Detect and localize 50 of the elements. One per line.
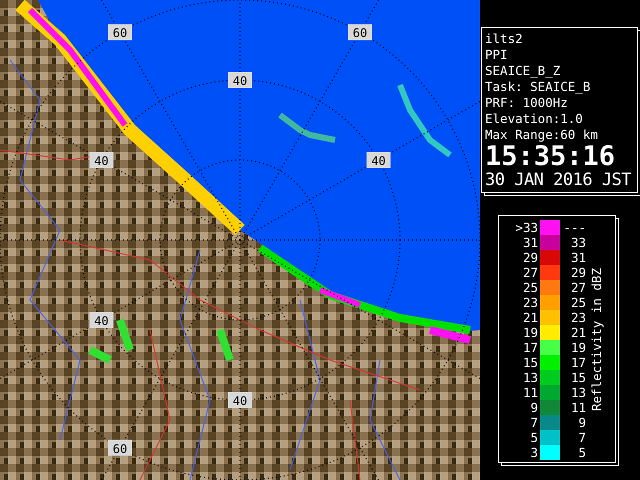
range-label: 60 [108, 440, 132, 456]
legend-max-value: 9 [577, 414, 586, 430]
info-line: Max Range:60 km [485, 127, 599, 143]
legend-min-value: 3 [529, 444, 539, 460]
info-line: Task: SEAICE_B [485, 79, 592, 95]
legend-max-value: 29 [570, 264, 586, 280]
legend-min-value: 17 [522, 340, 539, 354]
legend-max-value: 27 [570, 280, 586, 294]
legend-min-value: 31 [522, 234, 539, 250]
range-label: 40 [89, 312, 114, 328]
range-label: 60 [348, 24, 372, 40]
range-label: 40 [89, 152, 114, 168]
legend-min-value: 7 [529, 414, 539, 430]
range-label: 40 [228, 72, 252, 88]
legend-min-value: 5 [529, 430, 539, 444]
range-label: 40 [228, 392, 252, 408]
legend-max-value: --- [562, 220, 586, 234]
legend-max-value: 25 [570, 294, 586, 310]
range-label: 60 [108, 24, 132, 40]
legend-min-value: 15 [522, 354, 539, 370]
info-line: SEAICE_B_Z [485, 63, 562, 79]
legend-min-value: 29 [522, 250, 539, 264]
info-line: PPI [485, 47, 509, 63]
legend-max-value: 7 [577, 430, 586, 444]
info-line: ilts2 [485, 31, 524, 47]
info-line: Elevation:1.0 [485, 111, 584, 127]
legend-max-value: 23 [570, 310, 586, 324]
legend-min-value: 23 [522, 294, 539, 310]
legend-max-value: 5 [577, 444, 586, 460]
time-display: 15:35:16 [485, 143, 616, 171]
legend-min-value: 19 [522, 324, 539, 340]
legend-min-value: 13 [522, 370, 539, 384]
legend-max-value: 19 [570, 340, 586, 354]
legend-min-value: 27 [522, 264, 539, 280]
legend-max-value: 21 [570, 324, 586, 340]
legend-title: Reflectivity in dBZ [588, 268, 604, 410]
legend-min-value: >33 [514, 220, 539, 234]
legend-min-value: 11 [522, 384, 539, 400]
legend-max-value: 31 [570, 250, 586, 264]
legend-max-value: 15 [570, 370, 586, 384]
legend-max-value: 33 [570, 234, 586, 250]
legend-min-value: 21 [522, 310, 539, 324]
info-line: PRF: 1000Hz [485, 95, 569, 111]
date-display: 30 JAN 2016 JST [485, 171, 632, 190]
legend-max-value: 11 [570, 400, 586, 414]
legend-max-value: 17 [570, 354, 586, 370]
legend-min-value: 9 [529, 400, 539, 414]
legend-min-value: 25 [522, 280, 539, 294]
range-label: 40 [366, 152, 391, 168]
legend-max-value: 13 [570, 384, 586, 400]
